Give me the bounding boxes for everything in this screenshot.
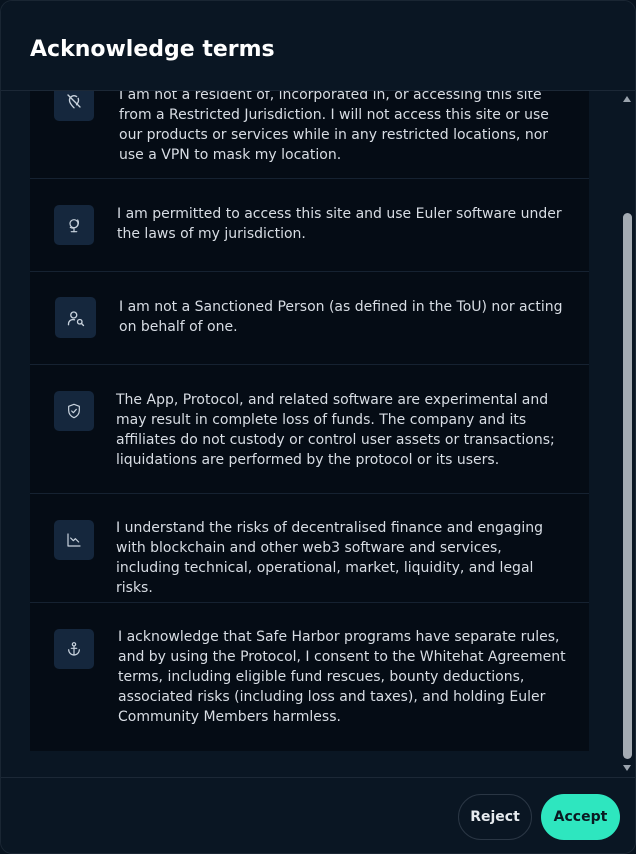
reject-button[interactable]: Reject [458, 794, 532, 840]
term-item-experimental-software: The App, Protocol, and related software … [30, 365, 589, 494]
dialog-footer: Reject Accept [1, 777, 635, 853]
term-text: I am permitted to access this site and u… [117, 206, 562, 242]
acknowledge-terms-dialog: I am not a resident of, incorporated in,… [0, 0, 636, 854]
term-text: The App, Protocol, and related software … [116, 392, 555, 468]
globe-icon [54, 205, 94, 245]
term-item-sanctioned-person: I am not a Sanctioned Person (as defined… [30, 272, 589, 365]
scroll-down-arrow-icon[interactable] [623, 765, 631, 771]
terms-list: I am not a resident of, incorporated in,… [30, 91, 589, 751]
terms-scroll-area[interactable]: I am not a resident of, incorporated in,… [1, 91, 635, 777]
shield-check-icon [54, 391, 94, 431]
dialog-header: Acknowledge terms [1, 1, 635, 91]
accept-button[interactable]: Accept [541, 794, 620, 840]
term-text: I am not a Sanctioned Person (as defined… [119, 299, 563, 335]
term-text: I am not a resident of, incorporated in,… [119, 91, 549, 163]
scrollbar-thumb[interactable] [623, 213, 632, 759]
term-text: I understand the risks of decentralised … [116, 520, 544, 596]
term-item-permitted-access: I am permitted to access this site and u… [30, 179, 589, 272]
term-text: I acknowledge that Safe Harbor programs … [118, 629, 566, 725]
scroll-up-arrow-icon[interactable] [623, 96, 631, 102]
chart-down-icon [54, 520, 94, 560]
user-search-icon [55, 297, 96, 338]
dialog-title: Acknowledge terms [30, 37, 275, 62]
location-off-icon [54, 91, 94, 121]
term-item-safe-harbor: I acknowledge that Safe Harbor programs … [30, 603, 589, 751]
anchor-icon [54, 629, 94, 669]
term-item-restricted-jurisdiction: I am not a resident of, incorporated in,… [30, 91, 589, 179]
term-item-defi-risks: I understand the risks of decentralised … [30, 494, 589, 603]
scrollbar[interactable] [621, 91, 635, 777]
